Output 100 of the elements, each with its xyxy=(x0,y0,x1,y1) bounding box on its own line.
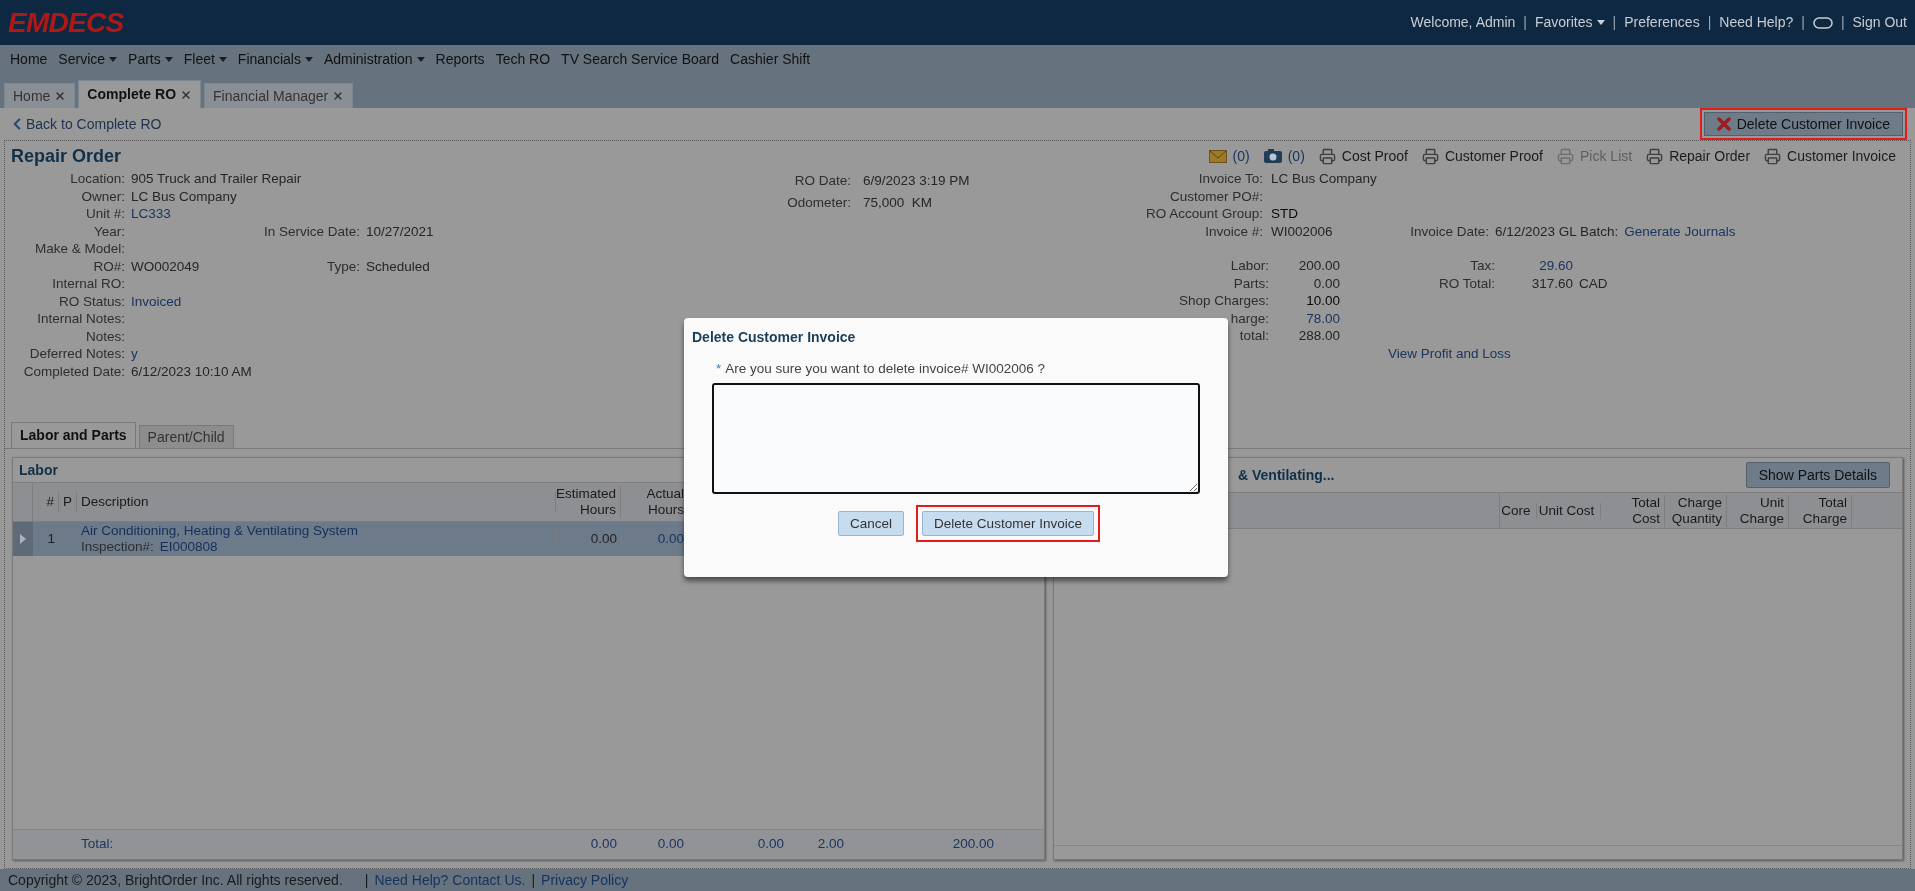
footer-link[interactable]: Privacy Policy xyxy=(541,869,629,891)
nav-menu-item[interactable]: Reports xyxy=(435,48,485,70)
field-label: Year: xyxy=(92,222,126,240)
printer-icon xyxy=(1646,147,1664,165)
total-value[interactable]: 29.60 xyxy=(1495,257,1573,275)
total-label: RO Total: xyxy=(1437,274,1495,292)
page-tab[interactable]: Complete RO xyxy=(78,80,202,108)
column-header: P xyxy=(59,491,77,513)
column-header: Core xyxy=(1500,502,1537,519)
repair-order-title: Repair Order xyxy=(11,144,122,168)
field-label: Owner: xyxy=(80,187,126,205)
column-header: Actual Hours xyxy=(645,486,685,518)
field-label: Unit #: xyxy=(84,205,126,223)
total-label: Shop Charges: xyxy=(1177,292,1270,310)
delete-invoice-button[interactable]: Delete Customer Invoice xyxy=(1703,112,1903,136)
total-label: Parts: xyxy=(1232,274,1270,292)
printer-icon xyxy=(1318,147,1336,165)
toolbar-action[interactable]: (0) xyxy=(1263,145,1305,167)
column-header: Description xyxy=(77,491,556,513)
column-header: Total Charge xyxy=(1789,494,1852,527)
generate-journals-link[interactable]: Generate Journals xyxy=(1624,222,1736,240)
nav-menu-item[interactable]: Service xyxy=(58,48,118,70)
section-tab[interactable]: Parent/Child xyxy=(138,425,234,448)
total-label: Tax: xyxy=(1469,257,1495,275)
inspection-link[interactable]: EI000808 xyxy=(159,539,218,555)
nav-menu-item[interactable]: TV Search Service Board xyxy=(561,48,720,70)
table-cell-text: 1 xyxy=(46,531,56,547)
footer-link[interactable]: Need Help? Contact Us. xyxy=(374,869,526,891)
field-label: Type: xyxy=(325,257,361,275)
page-tab[interactable]: Home xyxy=(4,83,76,108)
table-cell-text: 2.00 xyxy=(816,835,845,854)
app-logo: EMDECS xyxy=(8,5,124,40)
header-link[interactable]: Need Help? xyxy=(1719,12,1794,33)
toolbar-action[interactable]: Cost Proof xyxy=(1318,145,1408,167)
toolbar-action[interactable]: (0) xyxy=(1208,145,1250,167)
field-label: Invoice To: xyxy=(1197,170,1264,188)
column-header: # xyxy=(33,491,59,513)
nav-menu-item[interactable]: Financials xyxy=(237,48,313,70)
envelope-icon xyxy=(1208,149,1227,163)
nav-menu-item[interactable]: Tech RO xyxy=(495,48,551,70)
field-label: In Service Date: xyxy=(262,222,361,240)
field-value[interactable]: y xyxy=(131,346,138,361)
total-value: 288.00 xyxy=(1297,327,1340,345)
field-label: Internal Notes: xyxy=(36,310,126,328)
close-icon[interactable] xyxy=(54,90,67,102)
favorites-menu[interactable]: Favorites xyxy=(1534,12,1605,33)
page-tab[interactable]: Financial Manager xyxy=(204,83,354,108)
show-parts-details-button[interactable]: Show Parts Details xyxy=(1745,462,1890,488)
camera-icon xyxy=(1263,149,1282,163)
toolbar-action[interactable]: Customer Invoice xyxy=(1764,145,1896,167)
field-label: Invoice #: xyxy=(1204,222,1264,240)
dialog-prompt: Are you sure you want to delete invoice# WI002006 ? xyxy=(725,360,1045,378)
back-link[interactable]: Back to Complete RO xyxy=(8,113,162,135)
field-label: Internal RO: xyxy=(51,275,126,293)
close-icon xyxy=(1716,117,1731,131)
panel-title: Labor xyxy=(19,460,58,480)
labor-description-link[interactable]: Air Conditioning, Heating & Ventilating System xyxy=(81,523,556,539)
close-icon[interactable] xyxy=(332,90,345,102)
header-link[interactable]: Preferences xyxy=(1624,12,1700,33)
nav-menu-item[interactable]: Administration xyxy=(323,48,425,70)
header-link[interactable]: Sign Out xyxy=(1852,12,1907,33)
section-tab[interactable]: Labor and Parts xyxy=(11,422,136,448)
total-label: total: xyxy=(1238,327,1270,345)
nav-menu-item[interactable]: Cashier Shift xyxy=(730,48,811,70)
separator: | xyxy=(1840,13,1845,32)
separator: | xyxy=(1801,13,1805,32)
table-cell-text: 0.00 xyxy=(589,835,618,854)
reason-text-area[interactable] xyxy=(712,383,1200,495)
separator: | xyxy=(364,870,369,890)
field-value: 905 Truck and Trailer Repair xyxy=(131,171,302,186)
dialog-title: Delete Customer Invoice xyxy=(692,328,857,347)
dialog-button[interactable]: Cancel xyxy=(838,511,905,537)
required-mark: * xyxy=(716,360,722,378)
field-value[interactable]: LC333 xyxy=(131,206,171,221)
total-value: 0.00 xyxy=(1312,274,1340,292)
field-value[interactable]: Invoiced xyxy=(131,293,182,309)
field-value: WO002049 xyxy=(131,258,200,274)
field-value: STD xyxy=(1271,206,1298,221)
field-label: Customer PO#: xyxy=(1168,187,1264,205)
field-value: 6/9/2023 3:19 PM xyxy=(863,172,970,190)
row-expand-icon[interactable] xyxy=(20,534,26,544)
dialog-button[interactable]: Delete Customer Invoice xyxy=(922,511,1094,537)
field-label: Odometer: xyxy=(786,194,852,212)
total-value: 10.00 xyxy=(1305,292,1340,310)
toggle-icon[interactable] xyxy=(1812,16,1833,29)
profit-and-loss-link[interactable]: View Profit and Loss xyxy=(1388,345,1511,361)
total-value[interactable]: 78.00 xyxy=(1277,309,1340,327)
nav-menu-item[interactable]: Fleet xyxy=(183,48,227,70)
table-cell: 0.00 xyxy=(556,531,621,547)
close-icon[interactable] xyxy=(180,88,193,101)
printer-icon xyxy=(1764,147,1782,165)
toolbar-action[interactable]: Customer Proof xyxy=(1421,145,1543,167)
caret-icon xyxy=(109,56,118,62)
field-label: RO Account Group: xyxy=(1144,205,1264,223)
toolbar-action[interactable]: Repair Order xyxy=(1646,145,1751,167)
nav-menu-item[interactable]: Home xyxy=(10,48,48,70)
header-link[interactable]: Welcome, Admin xyxy=(1410,12,1516,33)
field-value: LC Bus Company xyxy=(1271,171,1377,186)
total-value: 200.00 xyxy=(1297,257,1340,275)
nav-menu-item[interactable]: Parts xyxy=(128,48,173,70)
